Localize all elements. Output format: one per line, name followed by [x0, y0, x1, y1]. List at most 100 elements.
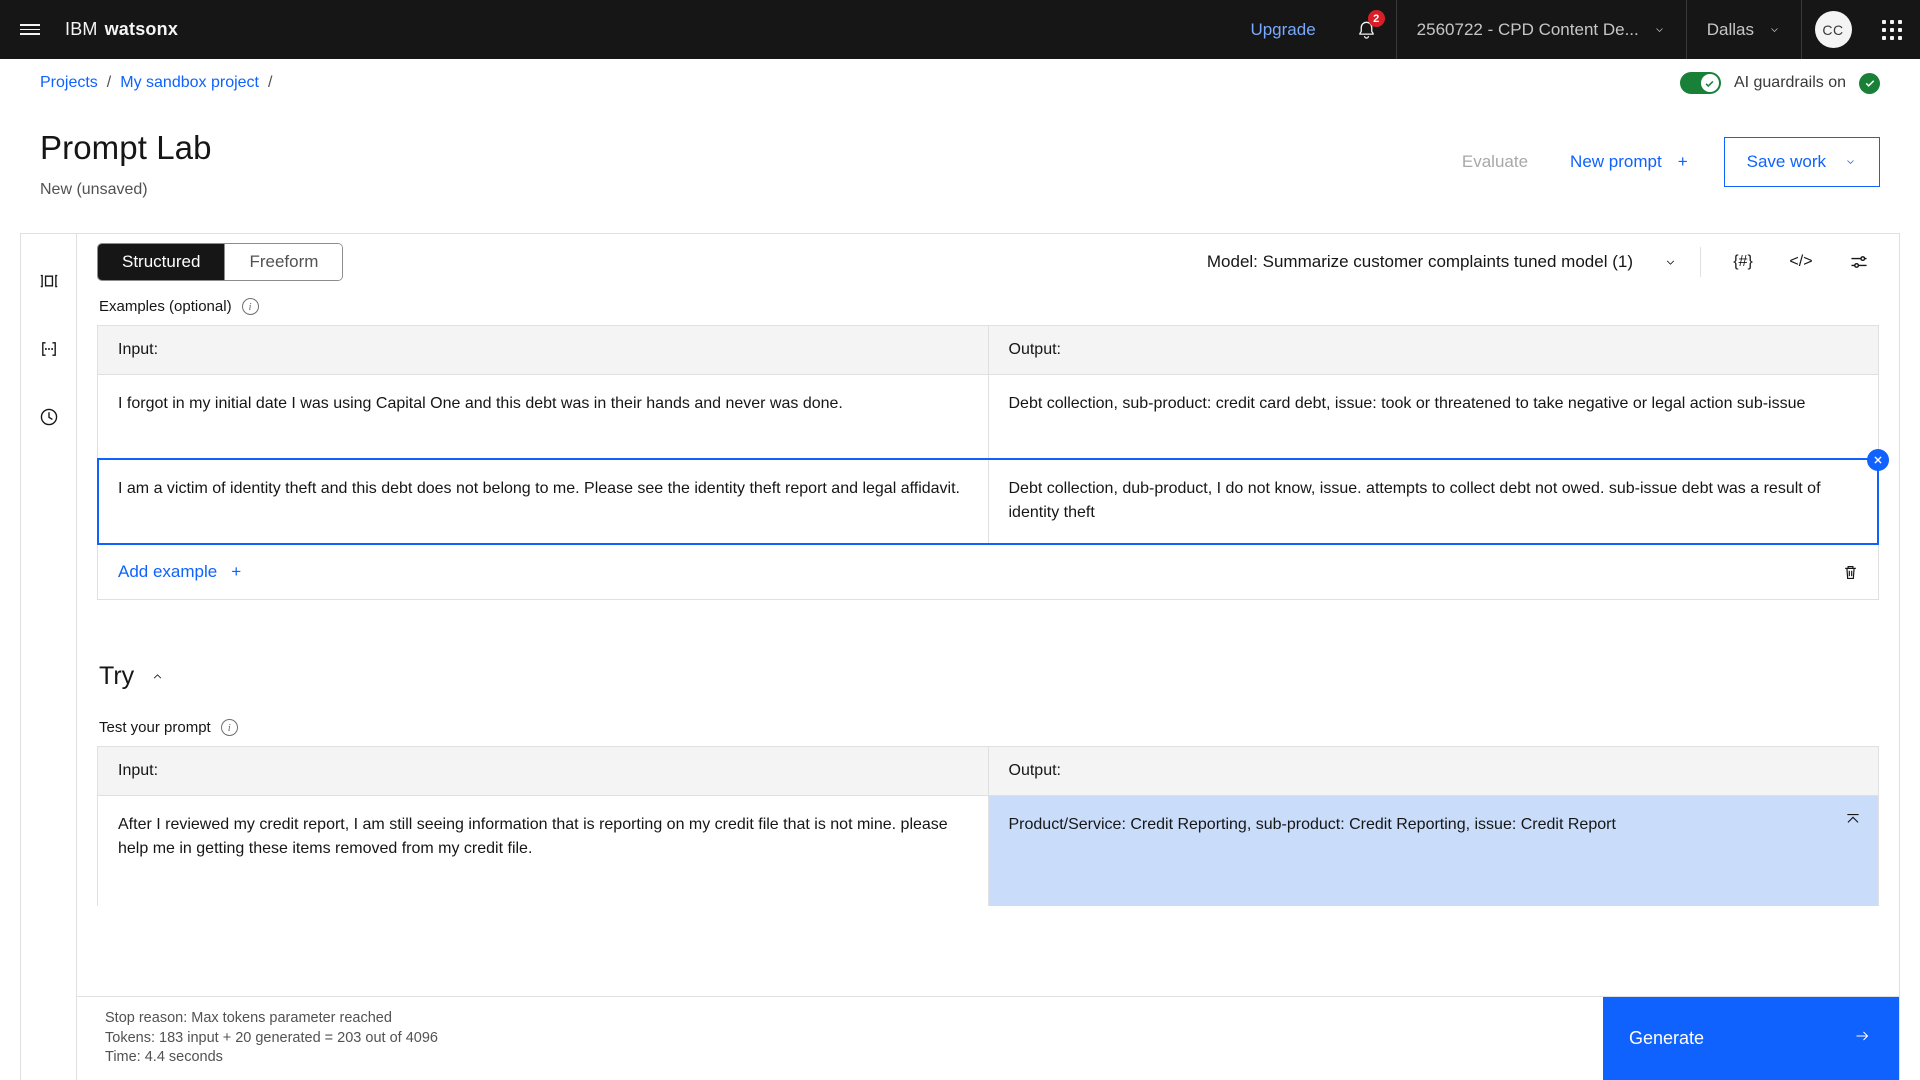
mode-switcher: Structured Freeform: [97, 243, 344, 281]
collapse-output-button[interactable]: [1844, 810, 1862, 833]
examples-table-header: Input: Output:: [98, 326, 1878, 374]
examples-col-output: Output:: [1008, 341, 1061, 358]
arrow-right-icon: [1852, 1028, 1873, 1049]
upgrade-link[interactable]: Upgrade: [1228, 20, 1337, 40]
chevron-down-icon: [1666, 260, 1675, 265]
evaluate-button[interactable]: Evaluate: [1440, 138, 1550, 186]
user-profile-button[interactable]: CC: [1802, 0, 1864, 59]
example-output-cell[interactable]: Debt collection, sub-product: credit car…: [989, 375, 1879, 459]
table-row[interactable]: After I reviewed my credit report, I am …: [98, 795, 1878, 906]
examples-col-input: Input:: [98, 326, 989, 374]
breadcrumb-item-projects[interactable]: Projects: [40, 74, 98, 92]
try-table: Input: Output: After I reviewed my credi…: [97, 746, 1879, 906]
panel-body: Examples (optional) i Input: Output: I f…: [77, 290, 1899, 1080]
examples-section-label: Examples (optional) i: [97, 290, 1879, 325]
view-code-button[interactable]: </>: [1781, 244, 1821, 280]
guardrails-status-badge: [1859, 72, 1880, 94]
page-subtitle: New (unsaved): [40, 181, 148, 198]
table-row[interactable]: I am a victim of identity theft and this…: [97, 449, 1889, 545]
prompt-lab-workspace: Structured Freeform Model: Summarize cus…: [20, 233, 1900, 1080]
ai-guardrails-toggle[interactable]: [1679, 72, 1721, 94]
plus-icon: +: [1677, 152, 1688, 171]
plus-icon: +: [231, 562, 242, 581]
chevron-down-icon: [1771, 27, 1778, 32]
try-output-cell[interactable]: Product/Service: Credit Reporting, sub-p…: [988, 796, 1878, 906]
try-title: Try: [99, 662, 135, 690]
hamburger-menu-icon[interactable]: [0, 0, 59, 59]
header-right-group: Upgrade 2 2560722 - CPD Content De... Da…: [1228, 0, 1920, 59]
chevron-up-bar-icon: [1847, 813, 1859, 823]
ai-guardrails-group: AI guardrails on: [1679, 72, 1880, 94]
page-actions: Evaluate New prompt + Save work: [1440, 127, 1880, 187]
chevron-down-icon: [1847, 160, 1854, 165]
brand-logo[interactable]: IBM watsonx: [59, 19, 178, 40]
prompt-variables-button[interactable]: {#}: [1723, 244, 1763, 280]
app-switcher-button[interactable]: [1864, 0, 1920, 59]
sliders-icon: [1851, 256, 1867, 268]
new-prompt-label: New prompt: [1570, 152, 1662, 171]
prompt-template-icon[interactable]: [32, 332, 66, 366]
notifications-button[interactable]: 2: [1338, 0, 1396, 59]
brand-name: watsonx: [104, 19, 179, 39]
breadcrumb-separator: /: [106, 74, 112, 91]
grid-icon: [1882, 19, 1902, 40]
try-table-header: Input: Output:: [98, 747, 1878, 795]
left-tool-rail: [21, 234, 77, 1080]
generate-button[interactable]: Generate: [1603, 997, 1899, 1080]
elapsed-time: Time: 4.4 seconds: [105, 1049, 223, 1065]
model-parameters-button[interactable]: [1839, 244, 1879, 280]
checkmark-icon: [1865, 80, 1874, 87]
breadcrumb-item-project[interactable]: My sandbox project: [120, 74, 259, 92]
example-input-cell[interactable]: I am a victim of identity theft and this…: [98, 460, 989, 544]
try-col-input: Input:: [98, 747, 989, 795]
toolbar-divider: [1700, 247, 1701, 277]
example-output-cell[interactable]: Debt collection, dub-product, I do not k…: [989, 460, 1879, 544]
generation-stats: Stop reason: Max tokens parameter reache…: [77, 997, 438, 1080]
try-input-cell[interactable]: After I reviewed my credit report, I am …: [98, 796, 989, 906]
model-label: Model: Summarize customer complaints tun…: [1206, 252, 1633, 271]
panel-toolbar: Structured Freeform Model: Summarize cus…: [77, 234, 1899, 290]
page-title: Prompt Lab: [40, 129, 212, 166]
breadcrumb-separator-2: /: [267, 74, 273, 91]
tab-structured[interactable]: Structured: [98, 244, 225, 280]
account-label: 2560722 - CPD Content De...: [1416, 19, 1639, 39]
notification-badge: 2: [1367, 10, 1385, 27]
ai-guardrails-label: AI guardrails on: [1733, 74, 1846, 91]
try-label-text: Test your prompt: [99, 719, 211, 736]
checkmark-icon: [1705, 80, 1714, 87]
delete-examples-button[interactable]: [1841, 563, 1860, 582]
model-dropdown-button[interactable]: [1663, 258, 1678, 267]
global-header: IBM watsonx Upgrade 2 2560722 - CPD Cont…: [0, 0, 1920, 59]
examples-table-footer: Add example +: [98, 544, 1878, 600]
close-icon: [1874, 456, 1882, 464]
examples-table: Input: Output: I forgot in my initial da…: [97, 325, 1889, 600]
info-icon[interactable]: i: [241, 298, 259, 315]
add-example-button[interactable]: Add example +: [118, 562, 241, 582]
generate-label: Generate: [1629, 1028, 1705, 1048]
new-prompt-button[interactable]: New prompt +: [1550, 138, 1708, 186]
chevron-down-icon: [1656, 27, 1663, 32]
try-section-label: Test your prompt i: [97, 711, 1879, 746]
region-selector[interactable]: Dallas: [1687, 0, 1801, 59]
prompt-panel: Structured Freeform Model: Summarize cus…: [77, 234, 1899, 1080]
save-work-button[interactable]: Save work: [1723, 137, 1880, 187]
stop-reason: Stop reason: Max tokens parameter reache…: [105, 1010, 392, 1026]
history-icon[interactable]: [32, 400, 66, 434]
examples-label-text: Examples (optional): [99, 298, 232, 315]
save-work-label: Save work: [1746, 152, 1826, 171]
tab-freeform[interactable]: Freeform: [224, 244, 343, 280]
try-col-output: Output:: [1008, 762, 1061, 779]
collapse-try-button[interactable]: [150, 672, 165, 681]
token-count: Tokens: 183 input + 20 generated = 203 o…: [105, 1029, 438, 1046]
info-icon[interactable]: i: [220, 719, 238, 736]
region-label: Dallas: [1706, 19, 1754, 39]
panel-footer: Stop reason: Max tokens parameter reache…: [77, 996, 1899, 1080]
page-title-group: Prompt Lab New (unsaved): [40, 127, 212, 199]
account-selector[interactable]: 2560722 - CPD Content De...: [1397, 0, 1686, 59]
example-input-cell[interactable]: I forgot in my initial date I was using …: [98, 375, 989, 459]
remove-example-button[interactable]: [1867, 449, 1889, 471]
table-row[interactable]: I forgot in my initial date I was using …: [98, 374, 1878, 459]
prompt-variables-icon[interactable]: [32, 264, 66, 298]
try-section-header: Try: [97, 662, 1879, 691]
toggle-knob: [1700, 74, 1719, 92]
